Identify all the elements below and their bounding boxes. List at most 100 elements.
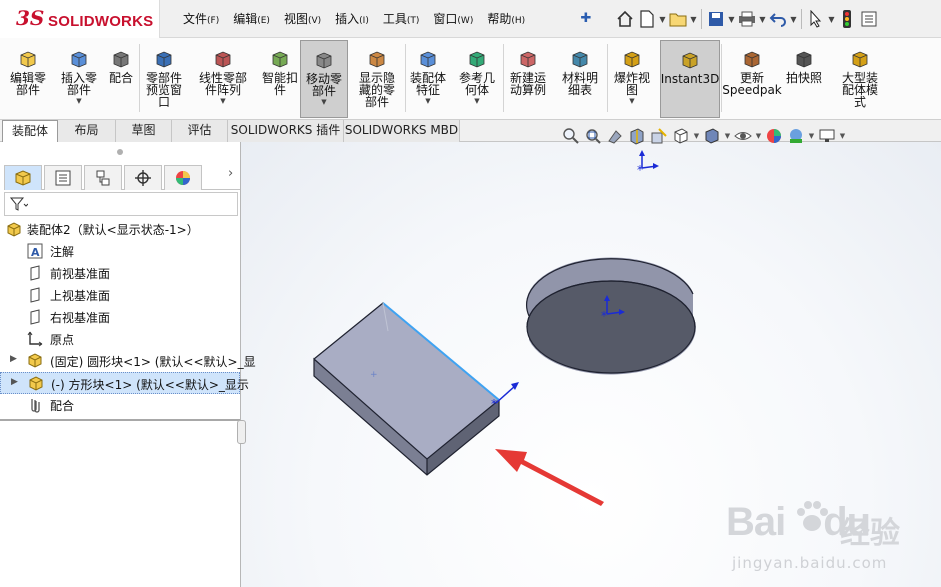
section-view-icon[interactable] <box>626 125 648 147</box>
ribbon-button[interactable]: 参考几 何体 ▼ <box>452 40 502 118</box>
undo-icon[interactable] <box>767 8 789 30</box>
tree-root-assembly[interactable]: 装配体2（默认<显示状态-1>） <box>0 218 240 240</box>
ribbon-button[interactable]: 新建运 动算例 <box>502 40 554 118</box>
new-document-icon[interactable] <box>636 8 658 30</box>
ribbon-button[interactable]: 移动零 部件 ▼ <box>300 40 348 118</box>
tree-node[interactable]: 右视基准面 <box>0 306 240 328</box>
options-icon[interactable] <box>858 8 880 30</box>
display-style-dropdown-icon[interactable]: ▼ <box>723 132 732 140</box>
ribbon-button[interactable]: 零部件 预览窗 口 <box>138 40 190 118</box>
block-move-triad[interactable]: * <box>491 382 519 411</box>
command-tab[interactable]: SOLIDWORKS 插件 <box>228 120 344 142</box>
zoom-to-fit-icon[interactable] <box>560 125 582 147</box>
menu-item[interactable]: 文件(F) <box>176 10 226 28</box>
chevron-down-icon[interactable]: ▼ <box>76 97 81 105</box>
command-tab[interactable]: SOLIDWORKS MBD <box>344 120 460 142</box>
tree-node[interactable]: 前视基准面 <box>0 262 240 284</box>
menu-item[interactable]: 插入(I) <box>328 10 376 28</box>
ribbon-button[interactable]: 配合 <box>104 40 138 118</box>
new-dropdown-icon[interactable]: ▼ <box>658 15 667 24</box>
select-cursor-icon[interactable] <box>805 8 827 30</box>
menu-item[interactable]: 编辑(E) <box>226 10 277 28</box>
expand-arrow-icon[interactable]: ▶ <box>10 354 17 364</box>
tree-node[interactable]: ▶ (-) 方形块<1> (默认<<默认>_显示 <box>0 372 249 394</box>
display-settings-icon[interactable] <box>816 125 838 147</box>
tree-node[interactable]: 原点 <box>0 328 240 350</box>
select-dropdown-icon[interactable]: ▼ <box>827 15 836 24</box>
scene-dropdown-icon[interactable]: ▼ <box>807 132 816 140</box>
command-tab[interactable]: 布局 <box>58 120 116 142</box>
filter-icon[interactable] <box>9 197 29 214</box>
tree-node[interactable]: 上视基准面 <box>0 284 240 306</box>
featuremanager-icon[interactable] <box>4 165 42 190</box>
tree-filter-bar[interactable] <box>4 192 238 216</box>
view-orientation-icon[interactable] <box>670 125 692 147</box>
menu-item-label: 视图 <box>283 12 308 26</box>
expand-arrow-icon[interactable]: ▶ <box>11 377 18 387</box>
menu-item[interactable]: 工具(T) <box>376 10 427 28</box>
ribbon-button[interactable]: 插入零 部件 ▼ <box>54 40 104 118</box>
dynamic-annotation-icon[interactable] <box>648 125 670 147</box>
open-dropdown-icon[interactable]: ▼ <box>689 15 698 24</box>
chevron-down-icon[interactable]: ▼ <box>220 97 225 105</box>
save-icon[interactable] <box>705 8 727 30</box>
command-tab[interactable]: 草图 <box>116 120 172 142</box>
hide-show-dropdown-icon[interactable]: ▼ <box>754 132 763 140</box>
ribbon-button[interactable]: 线性零部 件阵列 ▼ <box>190 40 256 118</box>
tree-node[interactable]: 配合 <box>0 394 240 416</box>
ribbon-button[interactable]: 大型装 配体模 式 <box>828 40 892 118</box>
solidworks-logo[interactable]: 3S SOLIDWORKS <box>0 0 160 38</box>
menu-item[interactable]: 帮助(H) <box>480 10 532 28</box>
configurationmanager-icon[interactable] <box>84 165 122 190</box>
command-tab[interactable]: 评估 <box>172 120 228 142</box>
chevron-down-icon[interactable]: ▼ <box>474 97 479 105</box>
ribbon-button[interactable]: Instant3D <box>660 40 720 118</box>
ribbon-button-label: 显示隐 藏的零 部件 <box>358 71 395 109</box>
dimxpert-icon[interactable] <box>124 165 162 190</box>
ribbon-button[interactable]: 智能扣 件 <box>256 40 304 118</box>
chevron-down-icon[interactable]: ▼ <box>629 97 634 105</box>
cylinder-disc[interactable] <box>526 257 696 375</box>
edit-component-icon <box>17 48 39 70</box>
menu-item[interactable]: 视图(V) <box>277 10 328 28</box>
ribbon-button[interactable]: 爆炸视 图 ▼ <box>606 40 658 118</box>
display-manager-icon[interactable] <box>164 165 202 190</box>
traffic-light-icon[interactable] <box>836 8 858 30</box>
print-dropdown-icon[interactable]: ▼ <box>758 15 767 24</box>
tree-node[interactable]: ▶ (固定) 圆形块<1> (默认<<默认>_显 <box>0 350 256 372</box>
display-style-icon[interactable] <box>701 125 723 147</box>
zoom-area-icon[interactable] <box>582 125 604 147</box>
panel-grip-handle[interactable] <box>117 149 123 155</box>
quick-access-toolbar: ▼ ▼ ▼ ▼ ▼ ▼ <box>614 7 880 31</box>
chevron-down-icon[interactable]: ▼ <box>321 98 326 106</box>
ribbon-button[interactable]: 材料明 细表 <box>554 40 606 118</box>
ribbon-button[interactable]: 编辑零 部件 <box>2 40 54 118</box>
view-orientation-dropdown-icon[interactable]: ▼ <box>692 132 701 140</box>
appearance-icon[interactable] <box>763 125 785 147</box>
rectangular-block[interactable]: + <box>313 302 500 476</box>
home-icon[interactable] <box>614 8 636 30</box>
print-icon[interactable] <box>736 8 758 30</box>
command-tab[interactable]: 装配体 <box>2 120 58 142</box>
propertymanager-icon[interactable] <box>44 165 82 190</box>
save-dropdown-icon[interactable]: ▼ <box>727 15 736 24</box>
ribbon-button[interactable]: 显示隐 藏的零 部件 <box>350 40 404 118</box>
hide-show-icon[interactable] <box>732 125 754 147</box>
panel-divider[interactable] <box>0 419 240 421</box>
open-folder-icon[interactable] <box>667 8 689 30</box>
pin-menu-icon[interactable]: ✚ <box>578 10 594 28</box>
ribbon-button[interactable]: 更新 Speedpak <box>722 40 782 118</box>
previous-view-icon[interactable] <box>604 125 626 147</box>
ribbon-button[interactable]: 拍快照 <box>782 40 826 118</box>
tabs-scroll-right-icon[interactable]: › <box>228 166 233 181</box>
chevron-down-icon[interactable]: ▼ <box>425 97 430 105</box>
panel-collapse-handle[interactable] <box>237 420 246 444</box>
display-settings-dropdown-icon[interactable]: ▼ <box>838 132 847 140</box>
ribbon-button[interactable]: 装配体 特征 ▼ <box>404 40 452 118</box>
tree-node[interactable]: A 注解 <box>0 240 240 262</box>
show-hidden-icon <box>366 48 388 70</box>
ribbon-button-label: 更新 Speedpak <box>722 71 782 97</box>
scene-icon[interactable] <box>785 125 807 147</box>
undo-dropdown-icon[interactable]: ▼ <box>789 15 798 24</box>
menu-item[interactable]: 窗口(W) <box>426 10 480 28</box>
